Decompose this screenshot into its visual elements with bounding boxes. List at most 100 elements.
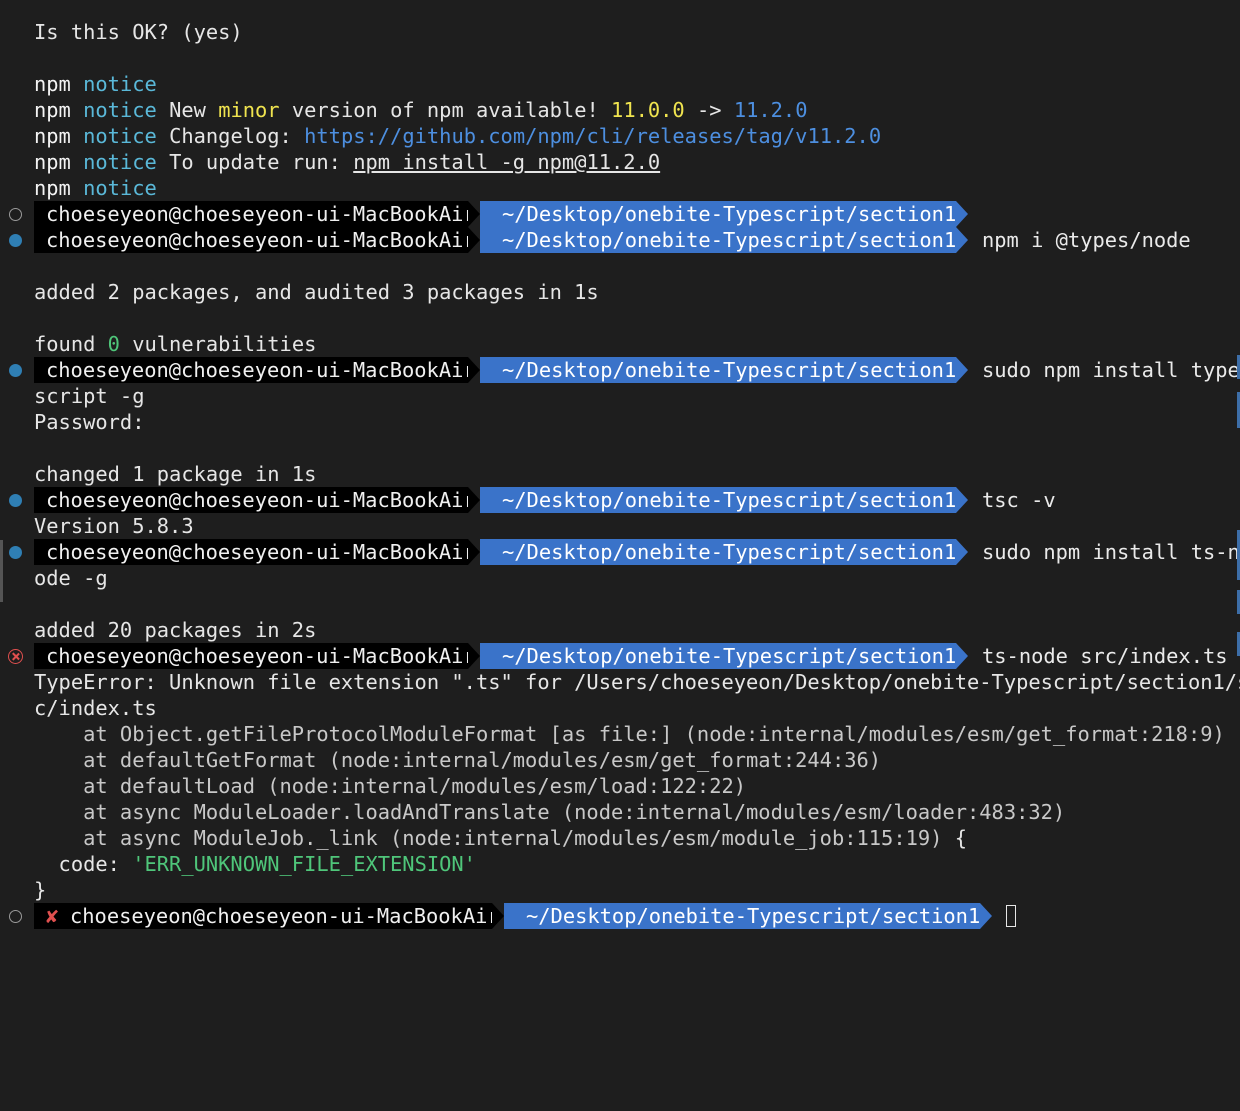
command-success-icon[interactable] [9,364,22,377]
failure-x-icon: ✘ [46,904,59,928]
prompt-user-host: choeseyeon@choeseyeon-ui-MacBookAir [46,202,476,226]
changelog-link[interactable]: https://github.com/npm/cli/releases/tag/… [304,124,881,148]
prompt-separator-icon [492,903,504,929]
brace: } [34,878,47,902]
command-text-wrap: ode -g [34,566,108,590]
prompt-path-segment: ~/Desktop/onebite-Typescript/section1 [480,227,956,253]
prompt-path-segment: ~/Desktop/onebite-Typescript/section1 [480,357,956,383]
gutter-marker [0,540,3,602]
prompt-user-segment: choeseyeon@choeseyeon-ui-MacBookAir [34,357,476,383]
command-text: ts-node src/index.ts [982,644,1228,668]
command-success-icon[interactable] [9,546,22,559]
prompt-path-segment: ~/Desktop/onebite-Typescript/section1 [480,539,956,565]
output-line: added 20 packages in 2s [0,617,1240,643]
npm-notice-line: npm notice New minor version of npm avai… [0,97,1240,123]
error-text: c/index.ts [34,696,157,720]
prompt-line: choeseyeon@choeseyeon-ui-MacBookAir ~/De… [0,357,1240,383]
stack-trace-text: at Object.getFileProtocolModuleFormat [a… [34,722,1225,746]
command-text: npm i @types/node [982,228,1191,252]
stack-trace-text: at async ModuleLoader.loadAndTranslate (… [34,800,1066,824]
prompt-line: choeseyeon@choeseyeon-ui-MacBookAir ~/De… [0,487,1240,513]
prompt-user-host: choeseyeon@choeseyeon-ui-MacBookAir [46,644,476,668]
command-success-icon[interactable] [9,494,22,507]
output-text: vulnerabilities [119,332,317,356]
minor-keyword: minor [218,98,280,122]
prompt-line: choeseyeon@choeseyeon-ui-MacBookAir ~/De… [0,539,1240,565]
output-text: Version 5.8.3 [34,514,194,538]
npm-label: npm [34,176,71,200]
stack-trace-text: at async ModuleJob._link (node:internal/… [34,826,955,850]
prompt-line: choeseyeon@choeseyeon-ui-MacBookAir ~/De… [0,201,1240,227]
command-status-icon[interactable] [9,208,22,221]
error-line: c/index.ts [0,695,1240,721]
command-success-icon[interactable] [9,234,22,247]
ok-prompt-text: Is this OK? (yes) [34,20,243,44]
terminal-cursor[interactable] [1006,905,1016,927]
prompt-user-host: choeseyeon@choeseyeon-ui-MacBookAir [46,540,476,564]
prompt-path: ~/Desktop/onebite-Typescript/section1 [502,228,957,252]
npm-label: npm [34,124,71,148]
brace: { [954,826,967,850]
npm-notice-line: npm notice Changelog: https://github.com… [0,123,1240,149]
prompt-user-segment: choeseyeon@choeseyeon-ui-MacBookAir [34,487,476,513]
notice-text: version of npm available! [279,98,612,122]
npm-notice-line: npm notice [0,175,1240,201]
update-command[interactable]: npm install -g npm@11.2.0 [353,150,660,174]
prompt-separator-icon [468,201,480,227]
prompt-separator-icon [468,357,480,383]
prompt-separator-icon [956,357,968,383]
prompt-user-host: choeseyeon@choeseyeon-ui-MacBookAir [46,358,476,382]
output-text: added 2 packages, and audited 3 packages… [34,280,599,304]
command-status-icon[interactable] [9,910,22,923]
command-error-icon[interactable] [8,649,23,664]
stack-trace-text: at defaultGetFormat (node:internal/modul… [34,748,882,772]
version-arrow: -> [684,98,734,122]
prompt-user-host: choeseyeon@choeseyeon-ui-MacBookAir [46,228,476,252]
prompt-user-segment: choeseyeon@choeseyeon-ui-MacBookAir [34,643,476,669]
prompt-path: ~/Desktop/onebite-Typescript/section1 [502,488,957,512]
output-text: changed 1 package in 1s [34,462,317,486]
output-line: Version 5.8.3 [0,513,1240,539]
npm-label: npm [34,72,71,96]
npm-label: npm [34,150,71,174]
notice-label: notice [83,150,157,174]
prompt-line: choeseyeon@choeseyeon-ui-MacBookAir ~/De… [0,643,1240,669]
output-text: found [34,332,108,356]
scrollbar[interactable] [1236,0,1240,928]
prompt-path-segment: ~/Desktop/onebite-Typescript/section1 [480,487,956,513]
prompt-path: ~/Desktop/onebite-Typescript/section1 [526,904,981,928]
notice-label: notice [83,98,157,122]
output-line: Password: [0,409,1240,435]
npm-notice-line: npm notice [0,71,1240,97]
prompt-path: ~/Desktop/onebite-Typescript/section1 [502,202,957,226]
output-line: found 0 vulnerabilities [0,331,1240,357]
output-line: changed 1 package in 1s [0,461,1240,487]
prompt-separator-icon [468,227,480,253]
error-code-value: 'ERR_UNKNOWN_FILE_EXTENSION' [132,852,476,876]
prompt-separator-icon [956,487,968,513]
npm-label: npm [34,98,71,122]
prompt-separator-icon [956,539,968,565]
prompt-line: choeseyeon@choeseyeon-ui-MacBookAir ~/De… [0,227,1240,253]
prompt-separator-icon [956,643,968,669]
terminal-output[interactable]: Is this OK? (yes) npm notice npm notice … [0,19,1240,929]
notice-text: New [156,98,219,122]
prompt-separator-icon [956,201,968,227]
error-text: TypeError: Unknown file extension ".ts" … [34,670,1240,694]
notice-label: notice [83,72,157,96]
prompt-path-segment: ~/Desktop/onebite-Typescript/section1 [504,903,980,929]
error-line: TypeError: Unknown file extension ".ts" … [0,669,1240,695]
stack-trace-text: at defaultLoad (node:internal/modules/es… [34,774,747,798]
stack-line: at Object.getFileProtocolModuleFormat [a… [0,721,1240,747]
code-key: code: [34,852,133,876]
prompt-separator-icon [468,539,480,565]
output-line: ode -g [0,565,1240,591]
prompt-user-host: choeseyeon@choeseyeon-ui-MacBookAir [70,904,500,928]
prompt-user-segment: choeseyeon@choeseyeon-ui-MacBookAir [34,539,476,565]
stack-line: at async ModuleJob._link (node:internal/… [0,825,1240,851]
prompt-path: ~/Desktop/onebite-Typescript/section1 [502,358,957,382]
notice-text: Changelog: [156,124,305,148]
